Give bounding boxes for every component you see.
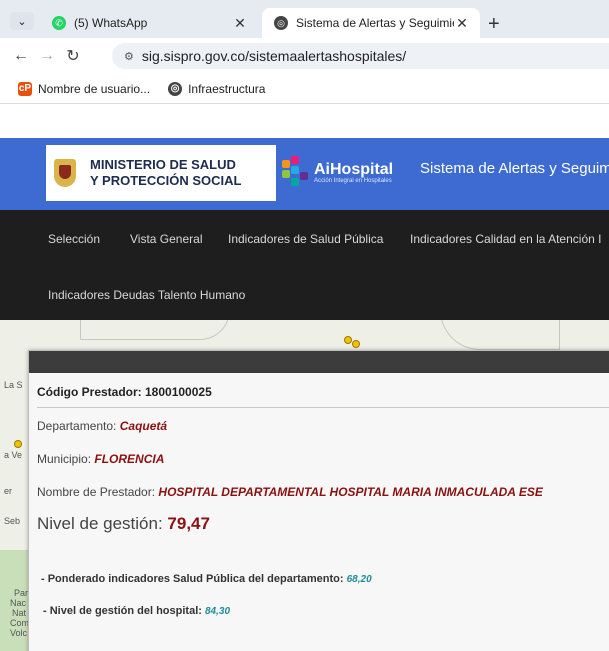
tab-strip: ⌄ ✆ (5) WhatsApp ✕ ◎ Sistema de Alertas …: [0, 0, 609, 38]
nav-item-salud-publica[interactable]: Indicadores de Salud Pública: [228, 232, 383, 246]
municipio-value: FLORENCIA: [94, 452, 165, 466]
cp-icon: cP: [18, 81, 32, 96]
nav-item-vista-general[interactable]: Vista General: [130, 232, 203, 246]
bookmark-label: Infraestructura: [188, 81, 266, 96]
departamento-label: Departamento:: [37, 419, 117, 433]
aihospital-icon: [282, 156, 308, 190]
url-text: sig.sispro.gov.co/sistemaalertashospital…: [141, 48, 407, 64]
brand-tagline: Acción Integral en Hospitales: [314, 178, 392, 184]
map-label: La S: [4, 380, 23, 390]
codigo-prestador: Código Prestador: 1800100025: [37, 385, 212, 399]
nav-item-seleccion[interactable]: Selección: [48, 232, 100, 246]
hospital-marker-icon[interactable]: [344, 336, 352, 344]
map-label: Volc: [10, 628, 28, 638]
municipio-label: Municipio:: [37, 452, 92, 466]
brand-name: AiHospital: [314, 161, 394, 178]
departamento-value: Caquetá: [119, 419, 168, 433]
bookmark-infraestructura[interactable]: ◎ Infraestructura: [168, 81, 266, 96]
browser-toolbar: ← → ↻ ⚙ sig.sispro.gov.co/sistemaalertas…: [0, 38, 609, 74]
main-nav: Selección Vista General Indicadores de S…: [0, 210, 609, 320]
nav-item-calidad-atencion[interactable]: Indicadores Calidad en la Atención I: [410, 232, 601, 246]
ponderado-row: - Ponderado indicadores Salud Pública de…: [41, 573, 372, 585]
ponderado-value: 68,20: [346, 574, 372, 585]
municipio-row: Municipio: FLORENCIA: [37, 452, 164, 466]
map-label: Seb: [4, 516, 21, 526]
map-label: er: [4, 486, 13, 496]
system-title: Sistema de Alertas y Seguimie: [420, 160, 609, 177]
new-tab-button[interactable]: +: [488, 13, 500, 36]
ministry-line-1: MINISTERIO DE SALUD: [90, 157, 236, 172]
ministry-line-2: Y PROTECCIÓN SOCIAL: [90, 173, 242, 188]
tab-search-button[interactable]: ⌄: [10, 12, 34, 30]
prestador-label: Nombre de Prestador:: [37, 485, 156, 499]
map-label: Par: [14, 588, 29, 598]
globe-icon: ◎: [168, 81, 183, 96]
back-icon[interactable]: ←: [8, 47, 34, 65]
nivel-hospital-row: - Nivel de gestión del hospital: 84,30: [43, 605, 230, 617]
nivel-gestion-value: 79,47: [167, 514, 210, 533]
map-label: Nat: [12, 608, 27, 618]
ministry-logo[interactable]: MINISTERIO DE SALUD Y PROTECCIÓN SOCIAL: [46, 145, 276, 201]
popup-header: [29, 351, 609, 373]
nivel-hospital-label: - Nivel de gestión del hospital:: [43, 605, 202, 617]
tab-title: (5) WhatsApp: [74, 16, 148, 30]
map-label: a Ve: [4, 450, 23, 460]
tab-sistema-alertas[interactable]: ◎ Sistema de Alertas y Seguimien ✕: [262, 8, 480, 38]
bookmark-label: Nombre de usuario...: [38, 81, 151, 96]
globe-icon: ◎: [274, 16, 288, 30]
map-road: [440, 320, 560, 350]
tab-whatsapp[interactable]: ✆ (5) WhatsApp ✕: [40, 8, 258, 38]
prestador-value: HOSPITAL DEPARTAMENTAL HOSPITAL MARIA IN…: [158, 485, 543, 499]
nivel-hospital-value: 84,30: [204, 606, 231, 617]
ponderado-label: - Ponderado indicadores Salud Pública de…: [41, 573, 344, 585]
close-icon[interactable]: ✕: [232, 15, 248, 32]
chevron-down-icon: ⌄: [17, 15, 27, 28]
forward-icon[interactable]: →: [34, 47, 60, 65]
map-label: Nac: [10, 598, 27, 608]
whatsapp-icon: ✆: [52, 16, 66, 30]
departamento-row: Departamento: Caquetá: [37, 419, 167, 433]
coat-of-arms-icon: [54, 159, 76, 187]
close-icon[interactable]: ✕: [454, 15, 470, 32]
bookmark-nombre-usuario[interactable]: cP Nombre de usuario...: [18, 81, 151, 96]
prestador-row: Nombre de Prestador: HOSPITAL DEPARTAMEN…: [37, 485, 543, 499]
hospital-marker-icon[interactable]: [14, 440, 22, 448]
map-label: Com: [10, 618, 30, 628]
map-road: [80, 320, 230, 340]
hospital-info-popup: Código Prestador: 1800100025 Departament…: [28, 350, 609, 651]
nav-item-deudas-talento[interactable]: Indicadores Deudas Talento Humano: [48, 288, 245, 302]
address-bar[interactable]: ⚙ sig.sispro.gov.co/sistemaalertashospit…: [112, 43, 609, 69]
bookmarks-bar: cP Nombre de usuario... ◎ Infraestructur…: [0, 74, 609, 104]
nivel-gestion-label: Nivel de gestión:: [37, 514, 163, 533]
page-top-band: [0, 104, 609, 140]
tab-title: Sistema de Alertas y Seguimien: [296, 16, 454, 30]
hospital-marker-icon[interactable]: [352, 340, 360, 348]
aihospital-logo[interactable]: AiHospital Acción Integral en Hospitales: [282, 145, 412, 201]
divider: [37, 407, 609, 408]
reload-icon[interactable]: ↻: [60, 46, 86, 66]
nivel-gestion-row: Nivel de gestión: 79,47: [37, 514, 210, 534]
site-info-icon[interactable]: ⚙: [124, 50, 134, 63]
